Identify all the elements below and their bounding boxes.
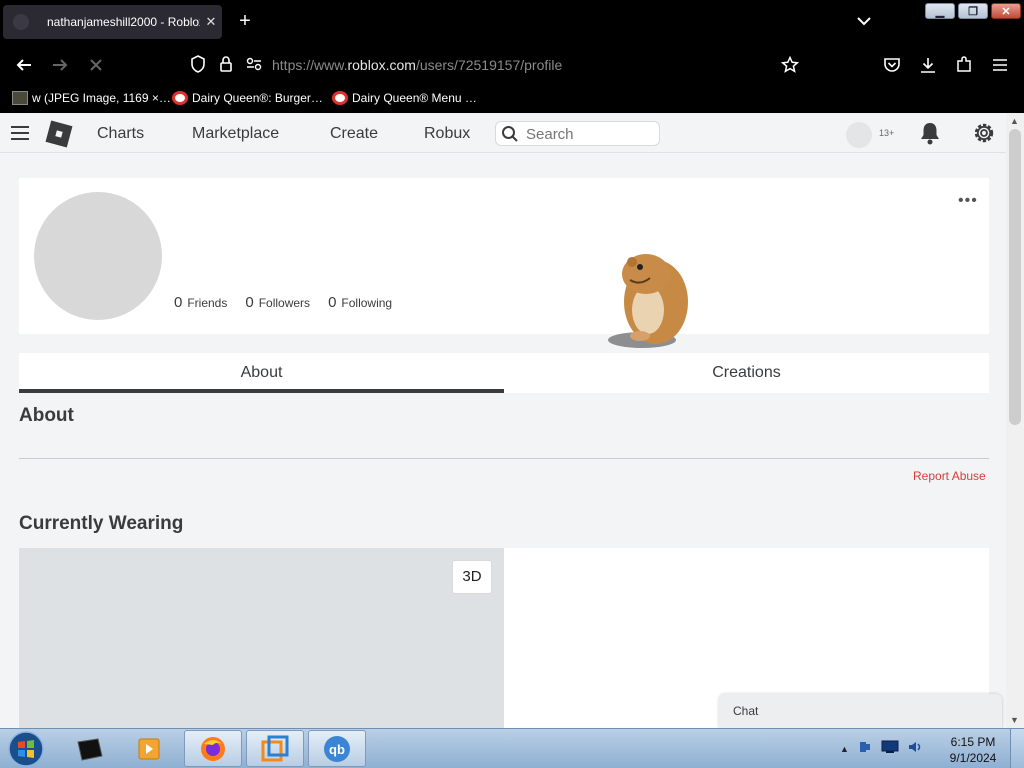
bookmark-star-icon[interactable]: [779, 54, 801, 76]
start-button[interactable]: [6, 730, 46, 768]
toggle-3d-button[interactable]: 3D: [452, 560, 492, 594]
scroll-down-arrow-icon[interactable]: ▼: [1010, 715, 1019, 725]
chat-widget[interactable]: Chat: [719, 694, 1002, 728]
notification-bell-icon[interactable]: [919, 121, 941, 150]
bookmarks-toolbar: w (JPEG Image, 1169 ×… Dairy Queen®: Bur…: [0, 86, 1024, 113]
restore-button[interactable]: ❐: [958, 3, 988, 19]
network-icon[interactable]: [881, 740, 899, 759]
pocket-icon[interactable]: [881, 54, 903, 76]
search-icon: [501, 125, 519, 148]
volume-icon[interactable]: [907, 739, 923, 760]
nav-create[interactable]: Create: [330, 125, 378, 143]
tab-favicon-icon: [13, 14, 29, 30]
window-controls: ▁ ❐ ✕: [925, 3, 1021, 19]
avatar-viewer-panel[interactable]: 3D: [19, 548, 504, 728]
lock-icon[interactable]: [219, 55, 233, 78]
browser-tab[interactable]: nathanjameshill2000 - Roblox ✕: [3, 5, 222, 39]
profile-stats: 0 Friends 0 Followers 0 Following: [174, 294, 410, 311]
chat-label: Chat: [733, 704, 759, 718]
divider: [19, 458, 989, 459]
downloads-icon[interactable]: [917, 54, 939, 76]
profile-header-card: 0 Friends 0 Followers 0 Following •••: [19, 178, 989, 334]
bookmark-item[interactable]: Dairy Queen® Menu …: [332, 91, 477, 105]
tab-title: nathanjameshill2000 - Roblox: [47, 15, 200, 29]
hamster-image: [600, 240, 696, 352]
taskbar-app-virtualbox-icon[interactable]: [246, 730, 304, 767]
taskbar-app-media-player-icon[interactable]: [120, 730, 178, 767]
roblox-logo-icon[interactable]: [43, 118, 75, 155]
more-options-icon[interactable]: •••: [958, 192, 978, 210]
tab-about[interactable]: About: [19, 353, 504, 393]
image-thumbnail-icon: [12, 91, 28, 105]
browser-tab-bar: nathanjameshill2000 - Roblox ✕ + ▁ ❐ ✕: [0, 0, 1024, 44]
taskbar-app-dark-window-icon[interactable]: [60, 730, 118, 767]
nav-charts[interactable]: Charts: [97, 125, 144, 143]
currently-wearing-heading: Currently Wearing: [19, 513, 184, 534]
show-hidden-icons-icon[interactable]: ▲: [840, 744, 849, 754]
hamburger-menu-icon[interactable]: [10, 124, 30, 147]
avatar[interactable]: [846, 122, 872, 148]
tray-app-icon[interactable]: [857, 739, 873, 760]
about-heading: About: [19, 405, 74, 426]
search-box[interactable]: [495, 121, 660, 146]
followers-stat[interactable]: 0 Followers: [245, 294, 310, 311]
minimize-button[interactable]: ▁: [925, 3, 955, 19]
taskbar-app-qbittorrent-icon[interactable]: qb: [308, 730, 366, 767]
nav-robux[interactable]: Robux: [424, 125, 470, 143]
profile-tabs: About Creations: [19, 353, 989, 393]
url-text[interactable]: https://www.roblox.com/users/72519157/pr…: [272, 57, 562, 73]
system-clock[interactable]: 6:15 PM 9/1/2024: [940, 734, 1006, 766]
nav-marketplace[interactable]: Marketplace: [192, 125, 279, 143]
profile-avatar[interactable]: [34, 192, 162, 320]
extensions-icon[interactable]: [953, 54, 975, 76]
new-tab-button[interactable]: +: [234, 10, 256, 32]
forward-arrow-icon[interactable]: [49, 54, 71, 76]
roblox-header: Charts Marketplace Create Robux 13+: [0, 113, 1006, 153]
svg-text:qb: qb: [329, 742, 345, 757]
scroll-up-arrow-icon[interactable]: ▲: [1010, 116, 1019, 126]
report-abuse-link[interactable]: Report Abuse: [913, 469, 986, 483]
friends-stat[interactable]: 0 Friends: [174, 294, 227, 311]
list-all-tabs-chevron-down-icon[interactable]: [855, 12, 873, 30]
dairy-queen-logo-icon: [332, 91, 348, 105]
close-window-button[interactable]: ✕: [991, 3, 1021, 19]
bookmark-item[interactable]: Dairy Queen®: Burger…: [172, 91, 323, 105]
taskbar-app-firefox-icon[interactable]: [184, 730, 242, 767]
following-stat[interactable]: 0 Following: [328, 294, 392, 311]
tab-close-icon[interactable]: ✕: [200, 14, 222, 30]
age-badge: 13+: [879, 128, 895, 138]
browser-nav-bar: https://www.roblox.com/users/72519157/pr…: [0, 44, 1024, 86]
tab-creations[interactable]: Creations: [504, 353, 989, 393]
scrollbar-thumb[interactable]: [1009, 129, 1021, 425]
windows-taskbar: qb ▲ 6:15 PM 9/1/2024: [0, 728, 1024, 768]
bookmark-item[interactable]: w (JPEG Image, 1169 ×…: [12, 91, 171, 105]
stop-loading-icon[interactable]: [85, 54, 107, 76]
site-permissions-icon[interactable]: [246, 57, 262, 76]
settings-gear-icon[interactable]: [971, 120, 997, 151]
dairy-queen-logo-icon: [172, 91, 188, 105]
address-bar[interactable]: https://www.roblox.com/users/72519157/pr…: [184, 50, 804, 80]
menu-hamburger-icon[interactable]: [989, 54, 1011, 76]
tracking-shield-icon[interactable]: [190, 55, 206, 78]
show-desktop-button[interactable]: [1010, 729, 1024, 768]
back-arrow-icon[interactable]: [13, 54, 35, 76]
page-scrollbar[interactable]: ▲ ▼: [1006, 113, 1024, 728]
system-tray: ▲: [840, 729, 923, 768]
search-input[interactable]: [526, 125, 651, 143]
